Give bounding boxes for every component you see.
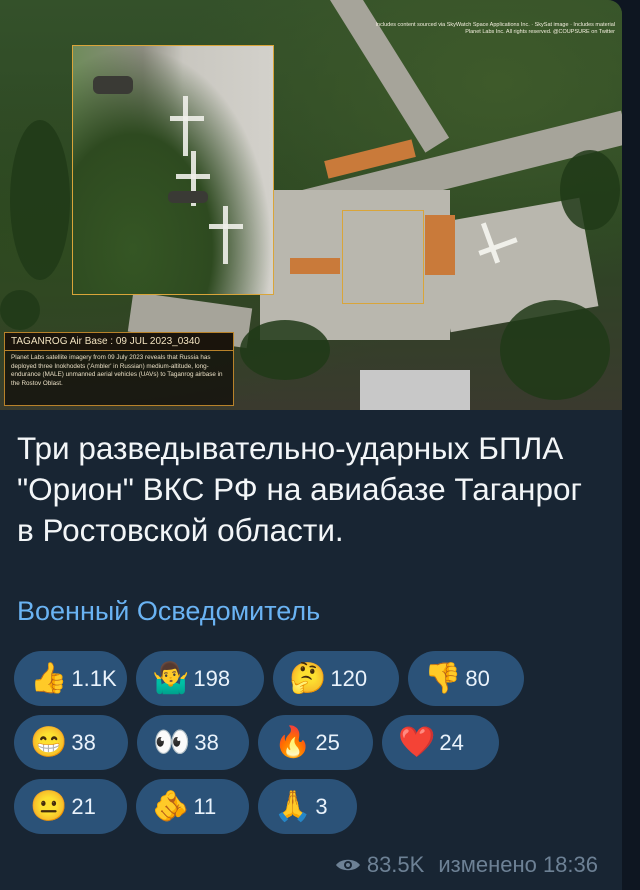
image-credit: Includes content sourced via SkyWatch Sp… [375,22,615,35]
image-caption-title: TAGANROG Air Base : 09 JUL 2023_0340 [5,333,233,351]
reaction-count: 24 [439,729,464,755]
reaction-grinning[interactable]: 😁 38 [14,715,128,770]
target-highlight-box [342,210,424,304]
thumbs-down-icon: 👎 [424,661,462,695]
reaction-neutral[interactable]: 😐 21 [14,779,127,834]
post-text: Три разведывательно-ударных БПЛА "Орион"… [17,430,582,548]
reaction-count: 3 [315,793,328,819]
reactions-bar: 👍 1.1K 🤷‍♂️ 198 🤔 120 👎 80 😁 38 👀 38 🔥 25 ❤️ 24 … [14,651,614,843]
message-bubble: Includes content sourced via SkyWatch Sp… [0,0,622,890]
message-meta: 83.5K изменено 18:36 [335,852,598,878]
image-caption: TAGANROG Air Base : 09 JUL 2023_0340 Pla… [4,332,234,406]
reaction-thumbs-down[interactable]: 👎 80 [408,651,524,706]
channel-signature-link[interactable]: Военный Осведомитель [17,596,320,627]
reaction-thumbs-up[interactable]: 👍 1.1K [14,651,127,706]
reaction-count: 38 [71,729,96,755]
reaction-count: 11 [193,793,217,819]
reaction-count: 25 [315,729,340,755]
pointing-hand-icon: 🫵 [152,789,190,823]
reaction-pointing[interactable]: 🫵 11 [136,779,249,834]
reaction-heart[interactable]: ❤️ 24 [382,715,499,770]
reaction-count: 38 [194,729,219,755]
grinning-face-icon: 😁 [30,725,68,759]
eyes-icon: 👀 [153,725,191,759]
view-count: 83.5K [366,852,425,877]
reaction-folded-hands[interactable]: 🙏 3 [258,779,357,834]
zoom-inset [72,45,274,295]
neutral-face-icon: 😐 [30,789,68,823]
reaction-count: 120 [330,665,368,691]
fire-icon: 🔥 [274,725,312,759]
reaction-thinking[interactable]: 🤔 120 [273,651,399,706]
thumbs-up-icon: 👍 [30,661,68,695]
reaction-count: 1.1K [71,665,117,691]
shrug-icon: 🤷‍♂️ [152,661,190,695]
image-caption-text: Planet Labs satellite imagery from 09 Ju… [11,354,223,387]
reaction-shrug[interactable]: 🤷‍♂️ 198 [136,651,264,706]
satellite-photo[interactable]: Includes content sourced via SkyWatch Sp… [0,0,622,410]
reaction-eyes[interactable]: 👀 38 [137,715,249,770]
eye-icon [335,859,360,871]
reaction-count: 198 [193,665,231,691]
reaction-fire[interactable]: 🔥 25 [258,715,373,770]
reaction-count: 21 [71,793,96,819]
edited-time: изменено 18:36 [438,852,598,877]
red-heart-icon: ❤️ [398,725,436,759]
folded-hands-icon: 🙏 [274,789,312,823]
thinking-face-icon: 🤔 [289,661,327,695]
reaction-count: 80 [465,665,490,691]
